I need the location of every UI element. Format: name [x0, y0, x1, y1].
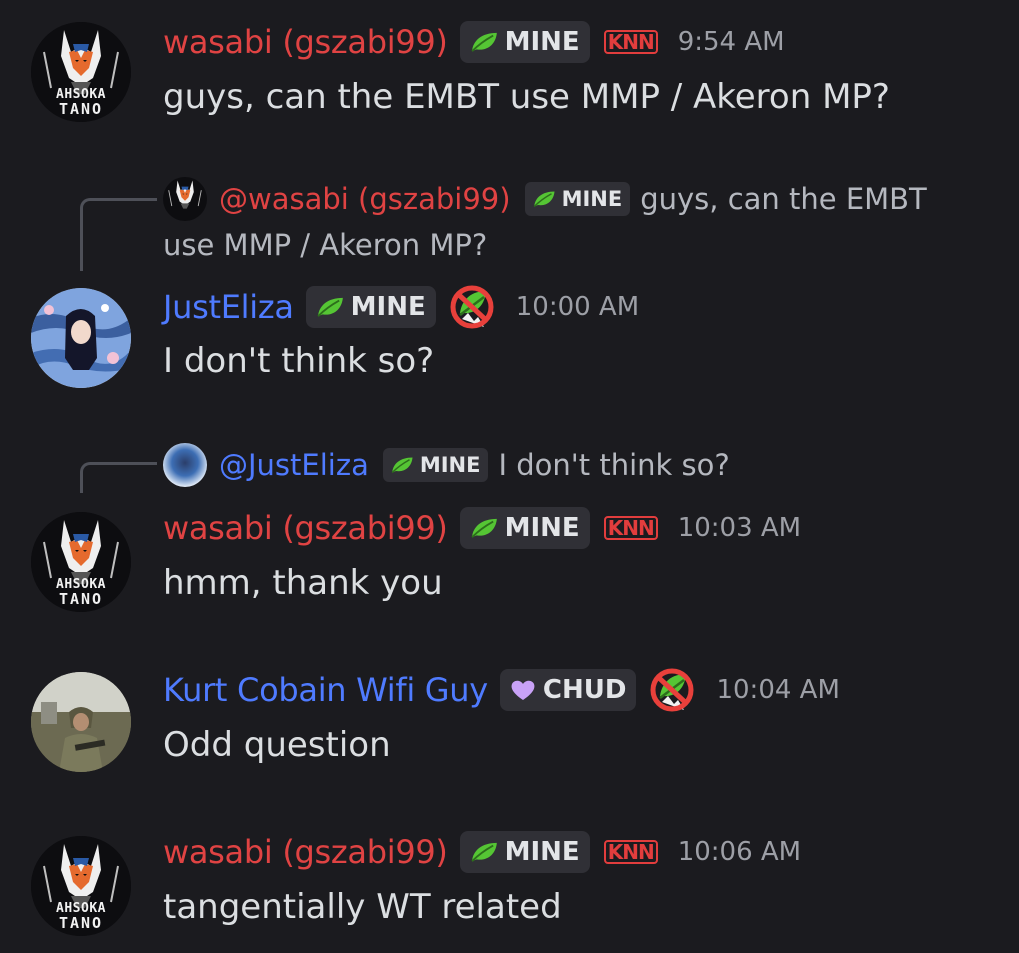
guild-tag-label: MINE — [350, 292, 426, 322]
reply-preview[interactable]: @wasabi (gszabi99) MINE guys, can the EM… — [163, 176, 927, 268]
message-text: hmm, thank you — [163, 563, 443, 603]
reply-guild-tag: MINE — [524, 182, 631, 216]
reply-guild-tag-label: MINE — [561, 187, 623, 211]
message-text: guys, can the EMBT use MMP / Akeron MP? — [163, 77, 890, 117]
reply-username[interactable]: @wasabi (gszabi99) — [219, 176, 511, 222]
heart-icon — [509, 678, 537, 702]
avatar-kurt-cobain-wifi-guy[interactable] — [31, 672, 131, 772]
reply-connector — [80, 462, 157, 493]
avatar-text-line2: TANO — [58, 590, 104, 608]
guild-tag[interactable]: MINE — [305, 286, 436, 328]
knn-badge[interactable]: KNN — [603, 516, 658, 540]
username[interactable]: wasabi (gszabi99) — [163, 509, 448, 547]
message-header: Kurt Cobain Wifi Guy CHUD 10:04 AM — [163, 667, 840, 713]
leaf-icon — [469, 841, 499, 863]
reply-avatar — [163, 443, 207, 487]
leaf-icon — [390, 456, 414, 474]
guild-tag-label: CHUD — [542, 675, 627, 705]
timestamp[interactable]: 10:06 AM — [678, 837, 801, 867]
avatar-text-line2: TANO — [58, 100, 104, 118]
reply-preview[interactable]: @JustEliza MINE I don't think so? — [163, 442, 730, 488]
reply-username[interactable]: @JustEliza — [219, 442, 369, 488]
avatar-wasabi[interactable]: AHSOKA TANO — [31, 512, 131, 612]
guild-tag[interactable]: CHUD — [499, 669, 637, 711]
reply-guild-tag: MINE — [382, 448, 489, 482]
leaf-icon — [469, 31, 499, 53]
ahsoka-avatar-image — [163, 177, 207, 221]
timestamp[interactable]: 9:54 AM — [678, 27, 785, 57]
guild-tag[interactable]: MINE — [459, 21, 590, 63]
message-header: wasabi (gszabi99) MINE KNN 9:54 AM — [163, 19, 785, 65]
username[interactable]: Kurt Cobain Wifi Guy — [163, 671, 488, 709]
reply-avatar — [163, 177, 207, 221]
timestamp[interactable]: 10:00 AM — [516, 292, 639, 322]
knn-badge[interactable]: KNN — [603, 840, 658, 864]
no-leaf-icon[interactable] — [648, 666, 696, 714]
kurt-avatar-image — [31, 672, 131, 772]
avatar-justeliza[interactable] — [31, 288, 131, 388]
avatar-wasabi[interactable]: AHSOKA TANO — [31, 836, 131, 936]
reply-text-line1: guys, can the EMBT — [640, 182, 927, 216]
message-text: Odd question — [163, 725, 391, 765]
justeliza-avatar-image — [31, 288, 131, 388]
guild-tag-label: MINE — [504, 837, 580, 867]
leaf-icon — [469, 517, 499, 539]
guild-tag-label: MINE — [504, 513, 580, 543]
reply-connector — [80, 198, 157, 271]
reply-text-line2: use MMP / Akeron MP? — [163, 228, 488, 262]
guild-tag-label: MINE — [504, 27, 580, 57]
username[interactable]: wasabi (gszabi99) — [163, 833, 448, 871]
reply-guild-tag-label: MINE — [419, 453, 481, 477]
guild-tag[interactable]: MINE — [459, 831, 590, 873]
timestamp[interactable]: 10:04 AM — [716, 675, 839, 705]
guild-tag[interactable]: MINE — [459, 507, 590, 549]
message-header: JustEliza MINE 10:00 AM — [163, 284, 639, 330]
message-text: I don't think so? — [163, 341, 435, 381]
leaf-icon — [532, 190, 556, 208]
message-header: wasabi (gszabi99) MINE KNN 10:03 AM — [163, 505, 801, 551]
chat-log: AHSOKA TANO wasabi (gszabi99) MINE KNN 9… — [0, 0, 1019, 953]
message-header: wasabi (gszabi99) MINE KNN 10:06 AM — [163, 829, 801, 875]
no-leaf-icon[interactable] — [448, 283, 496, 331]
reply-text: I don't think so? — [498, 448, 730, 482]
username[interactable]: JustEliza — [163, 288, 294, 326]
username[interactable]: wasabi (gszabi99) — [163, 23, 448, 61]
avatar-text-line2: TANO — [58, 914, 104, 932]
knn-badge[interactable]: KNN — [603, 30, 658, 54]
timestamp[interactable]: 10:03 AM — [678, 513, 801, 543]
leaf-icon — [315, 296, 345, 318]
message-text: tangentially WT related — [163, 887, 562, 927]
avatar-wasabi[interactable]: AHSOKA TANO — [31, 22, 131, 122]
